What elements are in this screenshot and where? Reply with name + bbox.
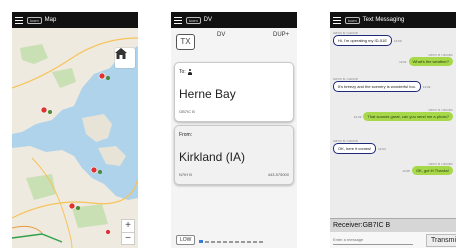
mode-label: DV <box>217 32 226 38</box>
message-item: GB7IC B / M0ABC 12:03 That sounds great, … <box>333 108 453 121</box>
composer: Transmit <box>330 232 456 248</box>
map-view[interactable]: + − <box>12 28 138 248</box>
screen-title: Text Messaging <box>362 17 405 23</box>
message-bubble-in: OK, here it comes! <box>333 143 377 154</box>
person-icon <box>187 69 192 75</box>
message-input[interactable] <box>333 235 413 245</box>
brand-logo: Icom <box>345 16 360 24</box>
zoom-control: + − <box>121 219 135 245</box>
zoom-out-button[interactable]: − <box>122 232 134 244</box>
message-item: GB7IC B / M0ABC 12:05 OK, got it! Thanks! <box>333 162 453 175</box>
home-button[interactable] <box>115 48 135 68</box>
message-list[interactable]: GB7IC B / G4DCB Hi, I'm operating my ID-… <box>330 28 456 248</box>
from-code: N7IH B <box>179 172 192 177</box>
menu-icon[interactable] <box>333 16 341 24</box>
message-bubble-in: Hi, I'm operating my ID-51E <box>333 35 393 46</box>
duplex-label: DUP+ <box>273 32 290 38</box>
home-icon <box>115 48 127 59</box>
message-time: 12:00 <box>394 38 402 43</box>
power-level-button[interactable]: LOW <box>176 235 196 245</box>
text-messaging-screen: Icom Text Messaging GB7IC B / G4DCB Hi, … <box>330 12 456 248</box>
top-bar: Icom DV <box>171 12 297 28</box>
tx-indicator[interactable]: TX <box>176 34 195 50</box>
brand-logo: Icom <box>186 16 201 24</box>
to-name: Herne Bay <box>179 87 236 101</box>
receiver-label[interactable]: Receiver:GB7IC B <box>330 218 456 232</box>
zoom-in-button[interactable]: + <box>125 220 131 232</box>
message-bubble-in: It's breezy and the scenery is wonderful… <box>333 81 421 92</box>
from-frequency: 443.575000 <box>267 172 289 177</box>
brand-logo: Icom <box>27 16 42 24</box>
message-time: 12:02 <box>422 84 431 89</box>
message-time: 12:04 <box>378 146 386 151</box>
message-time: 12:03 <box>353 114 362 119</box>
message-time: 12:05 <box>402 168 410 173</box>
message-time: 12:01 <box>399 59 407 64</box>
transmit-button[interactable]: Transmit <box>426 234 456 247</box>
to-card[interactable]: To: Herne Bay GB7IC B <box>174 62 294 122</box>
message-item: GB7IC B / M0ABC 12:01 What's the weather? <box>333 53 453 66</box>
to-code: GB7IC B <box>179 109 195 114</box>
to-label-row: To: <box>179 69 192 75</box>
screen-title: DV <box>203 17 213 23</box>
menu-icon[interactable] <box>174 16 182 24</box>
message-item: GB7IC B / G4DCB OK, here it comes! 12:04 <box>333 139 453 154</box>
from-name: Kirkland (IA) <box>179 150 246 164</box>
message-bubble-out: What's the weather? <box>408 57 453 66</box>
map-screen: Icom Map + − <box>12 12 138 248</box>
signal-meter <box>199 237 264 243</box>
top-bar: Icom Map <box>12 12 138 28</box>
message-bubble-out: OK, got it! Thanks! <box>411 166 453 175</box>
message-item: GB7IC B / G4DCB Hi, I'm operating my ID-… <box>333 31 453 46</box>
dv-screen: Icom DV TX DV DUP+ To: Herne Bay GB7IC B… <box>171 12 297 248</box>
screen-title: Map <box>44 17 57 23</box>
message-item: GB7IC B / G4DCB It's breezy and the scen… <box>333 77 453 92</box>
power-row: LOW <box>171 232 297 248</box>
menu-icon[interactable] <box>15 16 23 24</box>
from-label: From: <box>179 132 193 138</box>
top-bar: Icom Text Messaging <box>330 12 456 28</box>
message-bubble-out: That sounds great, can you send me a pho… <box>363 112 453 121</box>
from-card[interactable]: From: Kirkland (IA) N7IH B 443.575000 <box>174 125 294 185</box>
to-label: To: <box>179 69 186 75</box>
